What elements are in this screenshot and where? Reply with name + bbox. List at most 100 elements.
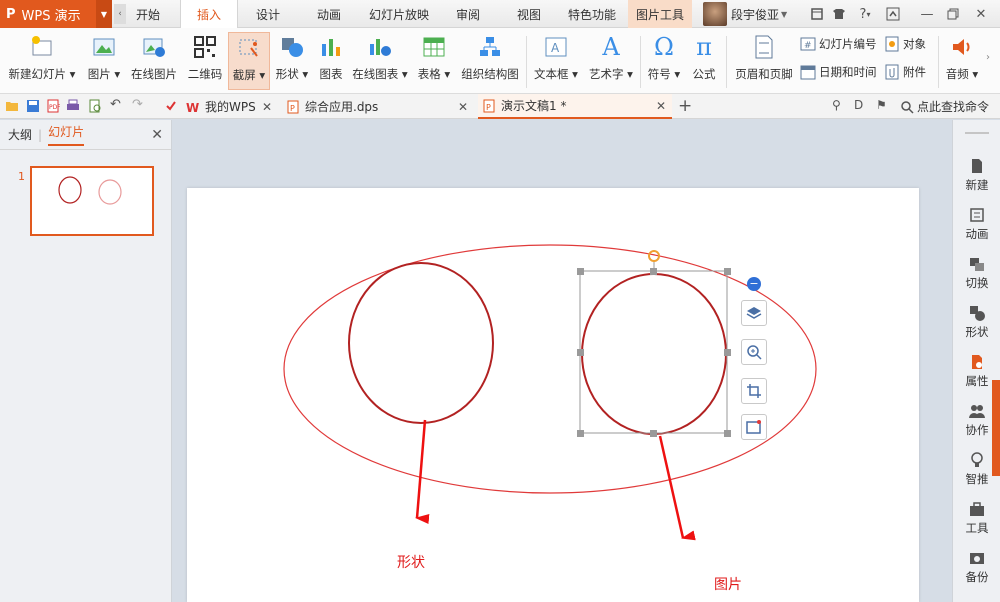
- flag-icon[interactable]: ⚑: [876, 98, 890, 112]
- shape-button[interactable]: 形状 ▾: [272, 32, 312, 90]
- task-animation[interactable]: 动画: [953, 201, 1000, 249]
- ribbon-scroll-right-icon[interactable]: ›: [986, 52, 990, 63]
- wordart-button[interactable]: A 艺术字 ▾: [586, 32, 636, 90]
- resize-handle[interactable]: [724, 349, 731, 356]
- restore-icon[interactable]: [942, 0, 964, 28]
- picture-border-button[interactable]: [741, 414, 767, 440]
- online-chart-button[interactable]: 在线图表 ▾: [350, 32, 410, 90]
- tab-review[interactable]: 审阅: [450, 0, 486, 28]
- table-button[interactable]: 表格 ▾: [414, 32, 454, 90]
- tab-outline[interactable]: 大纲: [8, 126, 32, 143]
- zoom-button[interactable]: [741, 339, 767, 365]
- slide-number: 1: [18, 170, 25, 183]
- print-icon[interactable]: [66, 99, 80, 113]
- tab-picture-tools[interactable]: 图片工具: [628, 0, 692, 28]
- undo-icon[interactable]: ↶: [110, 97, 124, 112]
- tab-separator: |: [38, 127, 43, 142]
- picture-label: 图片: [87, 67, 111, 81]
- resize-handle[interactable]: [650, 268, 657, 275]
- tab-slideshow[interactable]: 幻灯片放映: [367, 0, 431, 28]
- circle-d-icon[interactable]: D: [854, 98, 868, 112]
- minimize-icon[interactable]: —: [916, 0, 938, 28]
- tab-design[interactable]: 设计: [250, 0, 286, 28]
- slide-number-button[interactable]: # 幻灯片编号: [800, 34, 877, 54]
- online-picture-button[interactable]: 在线图片: [128, 32, 180, 90]
- doc-tab-mywps[interactable]: W 我的WPS ✕: [182, 94, 278, 119]
- collapse-arrow-icon[interactable]: ‹: [114, 4, 126, 24]
- selection-frame[interactable]: [577, 250, 731, 437]
- doc-tab-comprehensive[interactable]: P 综合应用.dps ✕: [282, 94, 474, 119]
- help-icon[interactable]: ? ▾: [852, 0, 878, 28]
- slide-canvas[interactable]: 形状 图片: [187, 188, 919, 602]
- audio-button[interactable]: 音频 ▾: [942, 32, 982, 90]
- shirt-icon[interactable]: [806, 0, 828, 28]
- header-footer-button[interactable]: 页眉和页脚: [732, 32, 796, 90]
- arrow-to-picture-label: [658, 435, 696, 541]
- close-tab-icon[interactable]: ✕: [656, 99, 666, 113]
- task-pane-toggle[interactable]: [992, 380, 1000, 476]
- tab-features[interactable]: 特色功能: [564, 0, 620, 28]
- user-dropdown-icon[interactable]: ▼: [781, 10, 787, 19]
- open-folder-icon[interactable]: [5, 99, 19, 113]
- date-time-button[interactable]: 日期和时间: [800, 62, 877, 82]
- slides-panel: 大纲 | 幻灯片 ✕ 1: [0, 120, 172, 602]
- tab-home[interactable]: 开始: [130, 0, 166, 28]
- object-button[interactable]: 对象: [884, 34, 926, 54]
- collapse-quick-tools-icon[interactable]: −: [747, 277, 761, 291]
- resize-handle[interactable]: [724, 430, 731, 437]
- chart-button[interactable]: 图表: [315, 32, 347, 90]
- tab-slides[interactable]: 幻灯片: [48, 123, 85, 146]
- layers-icon: [746, 307, 762, 319]
- user-account[interactable]: 段宇俊亚 ▼: [703, 0, 787, 28]
- screenshot-button[interactable]: 截屏 ▾: [228, 32, 270, 90]
- new-slide-button[interactable]: 新建幻灯片 ▾: [6, 32, 78, 90]
- task-backup[interactable]: 备份: [953, 544, 1000, 592]
- command-search[interactable]: 点此查找命令: [900, 94, 989, 119]
- circle-picture[interactable]: [581, 273, 727, 435]
- resize-handle[interactable]: [724, 268, 731, 275]
- tab-insert[interactable]: 插入: [180, 0, 238, 29]
- save-icon[interactable]: [26, 99, 40, 113]
- outer-ellipse-shape[interactable]: [283, 244, 817, 494]
- grip-handle[interactable]: [965, 132, 989, 134]
- skin-icon[interactable]: [828, 0, 850, 28]
- doc-tab-presentation1[interactable]: P 演示文稿1 * ✕: [478, 94, 672, 119]
- tab-view[interactable]: 视图: [511, 0, 547, 28]
- close-tab-icon[interactable]: ✕: [262, 100, 272, 114]
- resize-handle[interactable]: [650, 430, 657, 437]
- symbol-button[interactable]: Ω 符号 ▾: [644, 32, 684, 90]
- resize-handle[interactable]: [577, 349, 584, 356]
- close-icon[interactable]: ✕: [970, 0, 992, 28]
- customize-toolbar-icon[interactable]: [164, 99, 178, 113]
- app-menu-button[interactable]: P WPS 演示 ▼: [0, 0, 112, 28]
- redo-icon[interactable]: ↷: [132, 97, 146, 112]
- task-new[interactable]: 新建: [953, 152, 1000, 200]
- resize-handle[interactable]: [577, 430, 584, 437]
- task-shape[interactable]: 形状: [953, 299, 1000, 347]
- circle-shape[interactable]: [348, 262, 494, 424]
- task-transition[interactable]: 切换: [953, 250, 1000, 298]
- qrcode-button[interactable]: 二维码: [186, 32, 224, 90]
- slide-thumbnail[interactable]: [30, 166, 154, 236]
- collapse-ribbon-icon[interactable]: [882, 0, 904, 28]
- print-preview-icon[interactable]: [88, 99, 102, 113]
- org-chart-button[interactable]: 组织结构图: [458, 32, 522, 90]
- task-tools[interactable]: 工具: [953, 495, 1000, 543]
- close-panel-icon[interactable]: ✕: [151, 127, 163, 143]
- textbox-button[interactable]: A 文本框 ▾: [532, 32, 580, 90]
- new-tab-icon[interactable]: +: [678, 96, 692, 116]
- format-painter-icon[interactable]: ⚲: [832, 98, 846, 112]
- close-tab-icon[interactable]: ✕: [458, 100, 468, 114]
- resize-handle[interactable]: [577, 268, 584, 275]
- avatar[interactable]: [703, 2, 727, 26]
- formula-button[interactable]: π 公式: [688, 32, 720, 90]
- export-pdf-icon[interactable]: PDF: [46, 99, 60, 113]
- layers-button[interactable]: [741, 300, 767, 326]
- crop-button[interactable]: [741, 378, 767, 404]
- app-menu-dropdown-icon[interactable]: ▼: [96, 0, 112, 28]
- attachment-button[interactable]: 附件: [884, 62, 926, 82]
- tab-animation[interactable]: 动画: [311, 0, 347, 28]
- omega-icon: Ω: [654, 33, 674, 61]
- picture-button[interactable]: 图片 ▾: [84, 32, 124, 90]
- screenshot-icon: [236, 35, 262, 61]
